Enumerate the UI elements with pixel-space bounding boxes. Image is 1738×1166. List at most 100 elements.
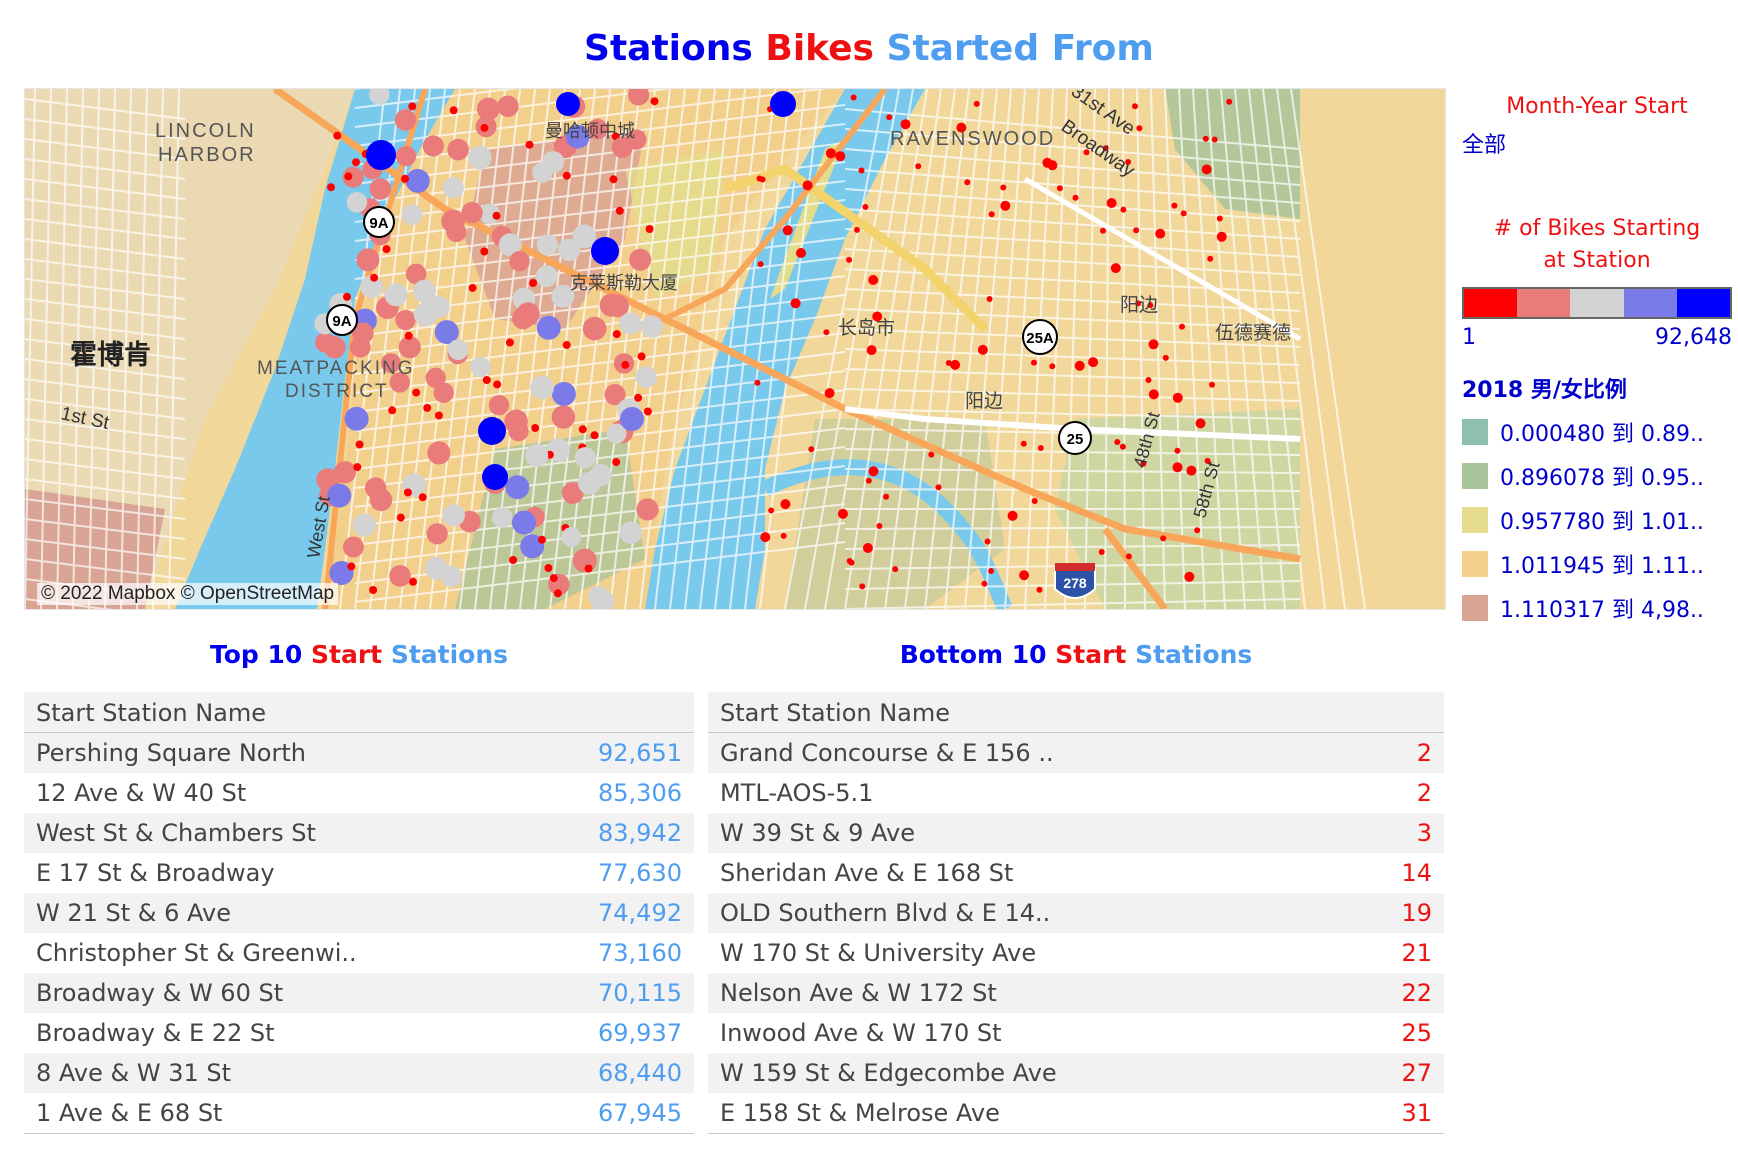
table-row[interactable]: Grand Concourse & E 156 .. 2: [708, 733, 1444, 773]
station-dot[interactable]: [492, 211, 501, 220]
station-dot[interactable]: [935, 484, 942, 491]
station-dot[interactable]: [928, 451, 935, 458]
station-dot[interactable]: [538, 535, 546, 544]
station-dot[interactable]: [1120, 206, 1127, 213]
station-dot[interactable]: [850, 94, 857, 101]
station-dot[interactable]: [1226, 98, 1233, 105]
station-dot[interactable]: [757, 261, 764, 268]
station-dot[interactable]: [561, 527, 582, 548]
station-dot[interactable]: [1180, 210, 1187, 217]
table-row[interactable]: 1 Ave & E 68 St 67,945: [24, 1093, 694, 1133]
station-dot[interactable]: [612, 330, 621, 339]
station-dot[interactable]: [525, 140, 534, 149]
station-dot[interactable]: [808, 446, 815, 453]
station-dot[interactable]: [482, 376, 491, 384]
station-dot[interactable]: [468, 146, 492, 170]
station-dot[interactable]: [854, 226, 860, 233]
station-dot[interactable]: [584, 564, 593, 573]
station-dot[interactable]: [1036, 586, 1043, 593]
station-dot[interactable]: [323, 336, 346, 359]
station-dot[interactable]: [768, 507, 775, 514]
station-dot[interactable]: [1000, 200, 1011, 211]
station-dot[interactable]: [480, 247, 489, 256]
station-dot[interactable]: [1056, 185, 1063, 192]
station-dot[interactable]: [1110, 263, 1121, 274]
table-row[interactable]: West St & Chambers St 83,942: [24, 813, 694, 853]
ratio-legend-item[interactable]: 0.000480 到 0.89..: [1462, 416, 1732, 448]
station-dot[interactable]: [531, 424, 540, 432]
station-dot[interactable]: [370, 273, 379, 282]
station-dot-top[interactable]: [591, 237, 619, 265]
station-dot[interactable]: [442, 504, 465, 527]
station-dot[interactable]: [470, 356, 491, 378]
station-dot[interactable]: [440, 565, 463, 588]
station-dot[interactable]: [1119, 443, 1126, 450]
station-dot[interactable]: [862, 204, 869, 210]
station-dot[interactable]: [619, 312, 641, 335]
station-dot[interactable]: [427, 441, 451, 465]
station-dot[interactable]: [1100, 227, 1106, 234]
table-row[interactable]: W 21 St & 6 Ave 74,492: [24, 893, 694, 933]
station-dot[interactable]: [1160, 535, 1167, 542]
station-dot[interactable]: [389, 565, 411, 587]
station-dot[interactable]: [394, 109, 417, 131]
ratio-legend-item[interactable]: 0.896078 到 0.95..: [1462, 460, 1732, 492]
station-dot[interactable]: [1037, 445, 1044, 451]
station-dot[interactable]: [1042, 157, 1053, 168]
station-dot[interactable]: [352, 158, 360, 167]
station-dot[interactable]: [643, 407, 652, 416]
station-dot[interactable]: [1000, 184, 1007, 191]
station-dot[interactable]: [1020, 440, 1027, 447]
station-dot[interactable]: [1031, 359, 1037, 366]
station-dot[interactable]: [401, 204, 423, 225]
station-dot[interactable]: [1106, 198, 1117, 208]
station-dot[interactable]: [866, 345, 877, 356]
station-dot[interactable]: [497, 95, 519, 117]
station-dot[interactable]: [504, 409, 528, 434]
station-dot[interactable]: [892, 566, 899, 573]
station-dot[interactable]: [1184, 571, 1195, 582]
station-dot[interactable]: [1171, 202, 1178, 209]
station-dot[interactable]: [964, 179, 971, 186]
station-dot[interactable]: [447, 339, 469, 360]
station-dot[interactable]: [488, 395, 510, 416]
station-dot[interactable]: [636, 498, 659, 521]
station-dot[interactable]: [588, 585, 609, 607]
station-dot[interactable]: [754, 379, 761, 386]
station-dot[interactable]: [637, 352, 646, 361]
station-dot[interactable]: [621, 360, 630, 369]
station-dot[interactable]: [981, 580, 988, 587]
station-dot[interactable]: [612, 458, 621, 467]
station-dot[interactable]: [347, 562, 356, 571]
station-dot[interactable]: [426, 523, 448, 545]
station-dot[interactable]: [988, 568, 995, 574]
table-row[interactable]: 12 Ave & W 40 St 85,306: [24, 773, 694, 813]
station-dot[interactable]: [551, 382, 576, 406]
station-dot[interactable]: [408, 102, 417, 111]
station-dot[interactable]: [615, 206, 624, 215]
station-dot[interactable]: [858, 167, 865, 174]
station-dot[interactable]: [447, 138, 469, 161]
station-dot[interactable]: [837, 508, 848, 519]
station-dot[interactable]: [333, 461, 357, 484]
station-dot[interactable]: [590, 431, 599, 440]
station-dot[interactable]: [859, 583, 866, 590]
station-dot[interactable]: [369, 586, 378, 594]
station-dot[interactable]: [416, 302, 439, 325]
station-dot[interactable]: [1049, 363, 1056, 370]
station-dot[interactable]: [536, 315, 561, 340]
station-dot[interactable]: [342, 536, 364, 558]
table-row[interactable]: E 17 St & Broadway 77,630: [24, 853, 694, 893]
station-dot[interactable]: [382, 245, 391, 254]
table-row[interactable]: W 39 St & 9 Ave 3: [708, 813, 1444, 853]
station-dot[interactable]: [846, 256, 853, 263]
station-dot[interactable]: [553, 589, 562, 598]
station-dot[interactable]: [535, 265, 558, 288]
station-dot[interactable]: [950, 359, 961, 370]
station-dot[interactable]: [442, 177, 464, 199]
station-dot[interactable]: [876, 523, 883, 529]
station-dot[interactable]: [1179, 323, 1185, 330]
month-filter-value[interactable]: 全部: [1462, 127, 1732, 159]
station-dot[interactable]: [1132, 103, 1138, 110]
station-dot[interactable]: [1172, 392, 1183, 403]
